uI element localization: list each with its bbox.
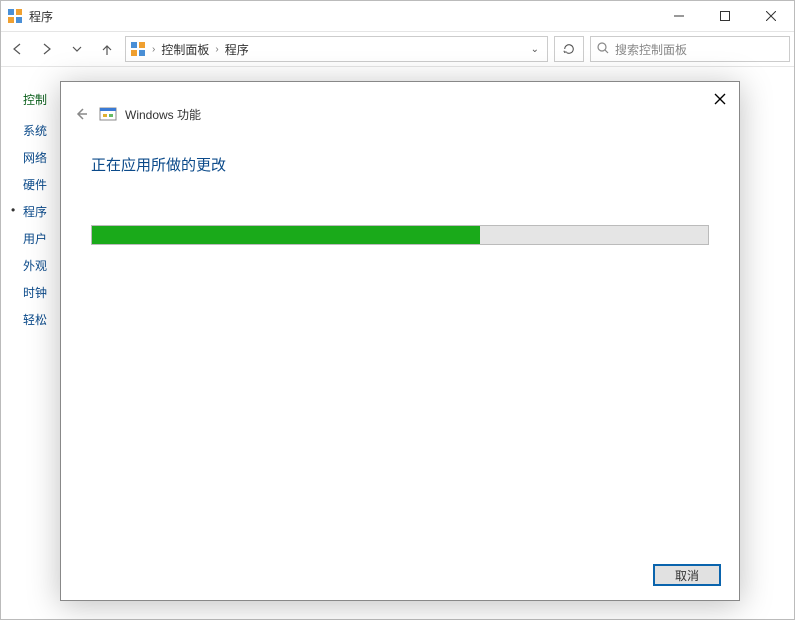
- dialog-header: Windows 功能: [61, 82, 739, 124]
- breadcrumb-item[interactable]: 程序: [225, 41, 249, 58]
- status-text: 正在应用所做的更改: [91, 154, 709, 175]
- minimize-button[interactable]: [656, 1, 702, 31]
- dialog-close-button[interactable]: [711, 90, 729, 108]
- nav-forward-button[interactable]: [35, 37, 59, 61]
- progress-fill: [92, 226, 480, 244]
- titlebar: 程序: [1, 1, 794, 31]
- breadcrumb[interactable]: › 控制面板 › 程序 ⌄: [125, 36, 548, 62]
- breadcrumb-dropdown-icon[interactable]: ⌄: [527, 44, 543, 55]
- nav-up-button[interactable]: [95, 37, 119, 61]
- windows-features-dialog: Windows 功能 正在应用所做的更改 取消: [60, 81, 740, 601]
- chevron-right-icon: ›: [213, 44, 220, 55]
- dialog-footer: 取消: [653, 564, 721, 586]
- navbar: › 控制面板 › 程序 ⌄ 搜索控制面板: [1, 31, 794, 67]
- chevron-right-icon: ›: [150, 44, 157, 55]
- nav-back-button[interactable]: [5, 37, 29, 61]
- search-placeholder: 搜索控制面板: [615, 41, 687, 58]
- dialog-body: 正在应用所做的更改: [61, 124, 739, 245]
- dialog-back-icon[interactable]: [71, 104, 91, 124]
- refresh-button[interactable]: [554, 36, 584, 62]
- window-controls: [656, 1, 794, 31]
- search-input[interactable]: 搜索控制面板: [590, 36, 790, 62]
- maximize-button[interactable]: [702, 1, 748, 31]
- window-title: 程序: [29, 8, 53, 25]
- progress-bar: [91, 225, 709, 245]
- close-button[interactable]: [748, 1, 794, 31]
- search-icon: [597, 42, 609, 57]
- nav-recent-dropdown[interactable]: [65, 37, 89, 61]
- control-panel-icon: [130, 41, 146, 57]
- breadcrumb-item[interactable]: 控制面板: [161, 41, 209, 58]
- cancel-button[interactable]: 取消: [653, 564, 721, 586]
- app-icon: [7, 8, 23, 24]
- dialog-title: Windows 功能: [125, 106, 201, 123]
- windows-features-icon: [99, 105, 117, 123]
